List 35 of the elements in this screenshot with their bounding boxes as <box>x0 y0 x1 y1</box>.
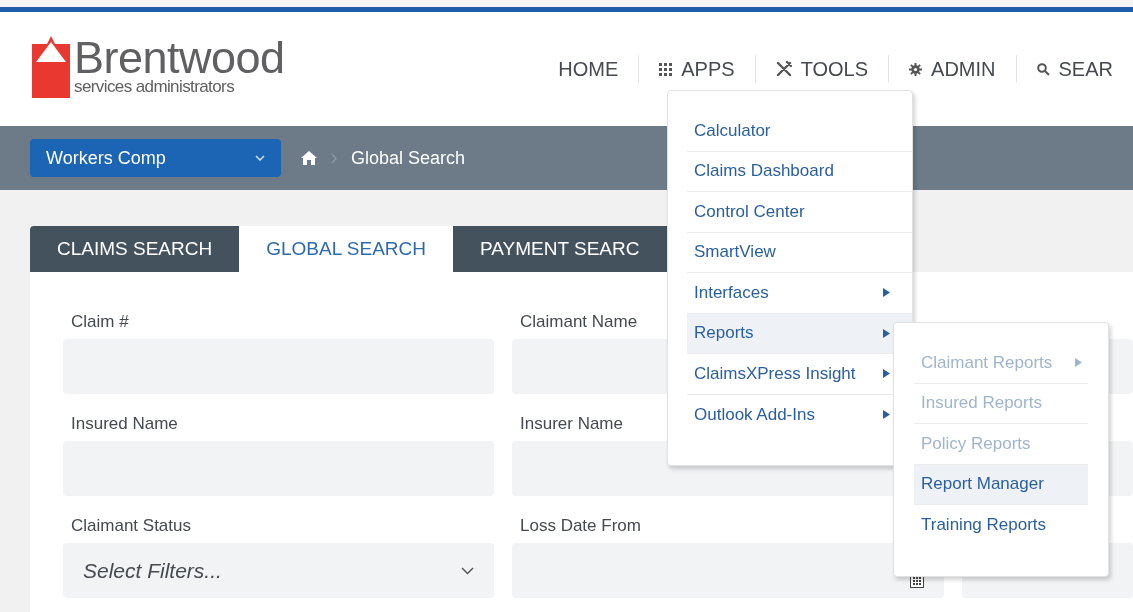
menu-item[interactable]: Claims Dashboard <box>687 151 912 192</box>
chevron-down-icon <box>255 155 265 161</box>
logo-tagline: services administrators <box>74 78 236 96</box>
settings-icon <box>909 62 923 76</box>
date-field[interactable] <box>512 543 944 598</box>
tab[interactable]: CLAIMS SEARCH <box>30 226 240 272</box>
home-icon[interactable] <box>301 151 317 165</box>
line-of-business-dropdown[interactable]: Workers Comp <box>30 139 281 177</box>
field-label: Claim # <box>71 311 129 333</box>
field-label: Insured Name <box>71 413 178 435</box>
menu-item[interactable]: SmartView <box>687 232 912 273</box>
field-label: Insurer Name <box>520 413 623 435</box>
field-label: Loss Date From <box>520 515 641 537</box>
field-label: Claimant Status <box>71 515 191 537</box>
menu-item[interactable]: Interfaces <box>687 273 912 314</box>
menu-item[interactable]: Control Center <box>687 192 912 233</box>
breadcrumb-current: Global Search <box>351 147 466 169</box>
nav-link[interactable]: SEAR <box>1016 55 1133 83</box>
tools-icon <box>775 61 792 77</box>
chevron-down-icon <box>461 566 474 575</box>
menu-item[interactable]: Report Manager <box>914 464 1088 505</box>
nav-link[interactable]: ADMIN <box>889 55 1016 83</box>
grid-icon <box>659 62 673 76</box>
field-label: Claimant Name <box>520 311 638 333</box>
nav-link[interactable]: HOME <box>538 55 639 83</box>
logo-icon <box>32 36 70 98</box>
select-field[interactable]: Select Filters... <box>63 543 494 598</box>
menu-item[interactable]: Training Reports <box>914 505 1088 546</box>
search-icon <box>1036 62 1050 76</box>
logo-name: Brentwood <box>74 38 285 78</box>
tab[interactable]: GLOBAL SEARCH <box>239 226 453 272</box>
nav-link[interactable]: APPS <box>639 55 755 83</box>
nav-link[interactable]: TOOLS <box>755 55 889 83</box>
menu-item[interactable]: Calculator <box>687 111 912 152</box>
chevron-icon <box>331 152 337 164</box>
